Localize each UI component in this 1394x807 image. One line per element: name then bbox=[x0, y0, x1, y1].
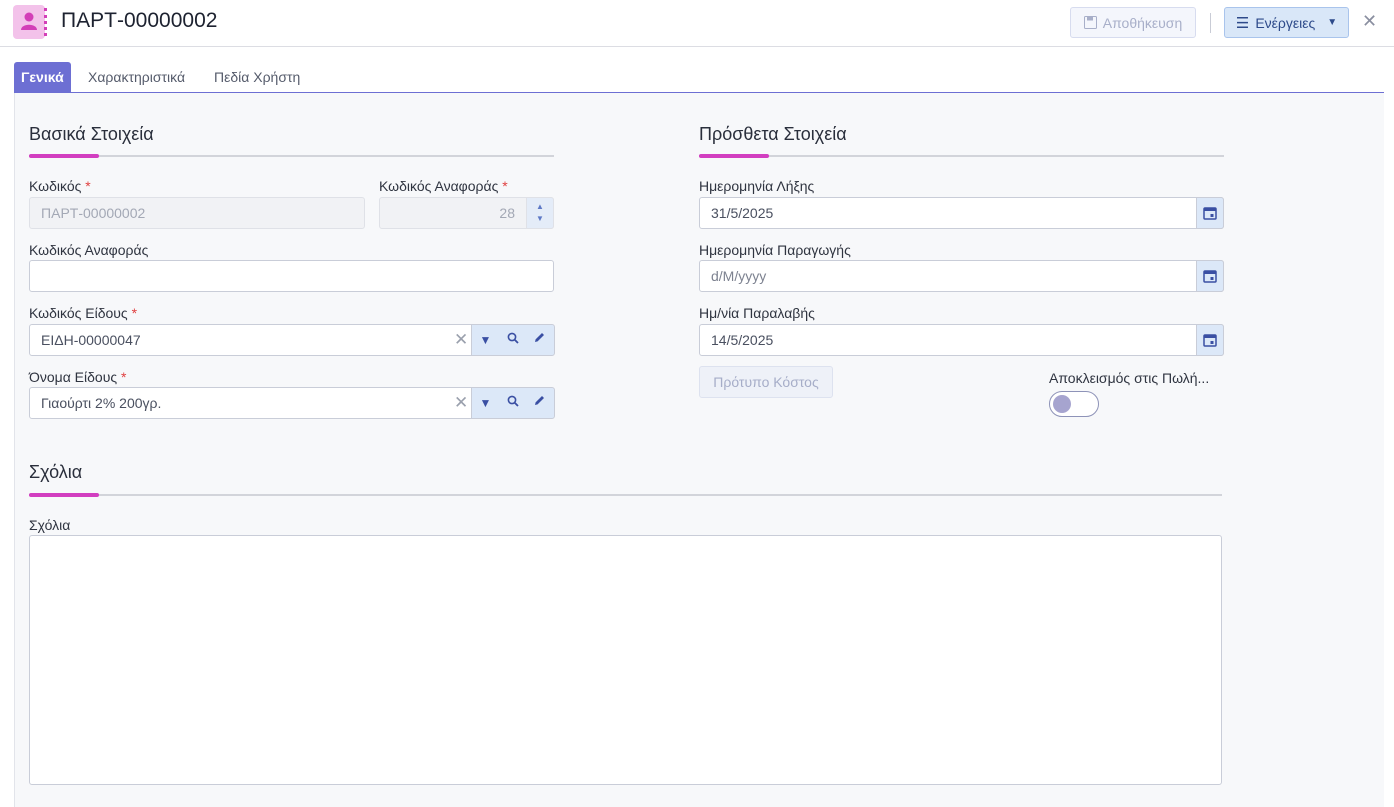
clear-icon[interactable]: ✕ bbox=[454, 325, 468, 355]
basic-section-accent bbox=[29, 154, 99, 158]
calendar-icon[interactable] bbox=[1196, 197, 1224, 229]
pencil-icon[interactable] bbox=[526, 388, 553, 418]
save-button[interactable]: Αποθήκευση bbox=[1070, 7, 1196, 38]
receipt-value: 14/5/2025 bbox=[711, 332, 774, 348]
code-field[interactable]: ΠΑΡΤ-00000002 bbox=[29, 197, 365, 229]
calendar-icon[interactable] bbox=[1196, 260, 1224, 292]
toggle-knob bbox=[1053, 395, 1071, 413]
comments-section-accent bbox=[29, 493, 99, 497]
extra-section-accent bbox=[699, 154, 769, 158]
search-icon[interactable] bbox=[499, 325, 526, 355]
chevron-down-icon[interactable]: ▼ bbox=[472, 388, 499, 418]
chevron-down-icon: ▼ bbox=[1327, 17, 1338, 28]
comments-section-title: Σχόλια bbox=[29, 462, 83, 482]
expiry-value: 31/5/2025 bbox=[711, 205, 774, 221]
spinner-arrows-icon[interactable]: ▲ ▼ bbox=[526, 197, 554, 229]
item-name-value: Γιαούρτι 2% 200γρ. bbox=[41, 395, 162, 411]
ref-number-field[interactable]: 28 ▲ ▼ bbox=[379, 197, 554, 229]
calendar-icon[interactable] bbox=[1196, 324, 1224, 356]
item-name-field[interactable]: Γιαούρτι 2% 200γρ. ✕ ▼ bbox=[29, 387, 555, 419]
actions-label: Ενέργειες bbox=[1255, 14, 1316, 31]
close-icon[interactable]: ✕ bbox=[1362, 11, 1377, 32]
save-label: Αποθήκευση bbox=[1102, 14, 1183, 31]
item-name-tools: ▼ bbox=[471, 387, 555, 419]
extra-section-title: Πρόσθετα Στοιχεία bbox=[699, 124, 847, 144]
receipt-label: Ημ/νία Παραλαβής bbox=[699, 305, 815, 321]
production-placeholder: d/M/yyyy bbox=[711, 268, 767, 284]
header-divider bbox=[1210, 13, 1211, 33]
item-name-label: Όνομα Είδους * bbox=[29, 369, 127, 385]
tab-general[interactable]: Γενικά bbox=[14, 62, 71, 92]
production-label: Ημερομηνία Παραγωγής bbox=[699, 242, 851, 258]
chevron-down-icon[interactable]: ▼ bbox=[472, 325, 499, 355]
comments-label: Σχόλια bbox=[29, 517, 71, 533]
ref-number-value: 28 bbox=[499, 205, 515, 221]
item-code-label: Κωδικός Είδους * bbox=[29, 305, 138, 321]
exclude-sales-toggle[interactable] bbox=[1049, 391, 1099, 417]
expiry-date-field[interactable]: 31/5/2025 bbox=[699, 197, 1224, 229]
ref-code-input[interactable] bbox=[29, 260, 554, 292]
basic-section-title: Βασικά Στοιχεία bbox=[29, 124, 154, 144]
basic-section-rule bbox=[29, 155, 554, 157]
page-title: ΠΑΡΤ-00000002 bbox=[61, 9, 218, 32]
save-icon bbox=[1083, 16, 1097, 29]
record-person-icon bbox=[13, 5, 47, 39]
search-icon[interactable] bbox=[499, 388, 526, 418]
tab-user-fields[interactable]: Πεδία Χρήστη bbox=[214, 62, 300, 92]
item-code-field[interactable]: ΕΙΔΗ-00000047 ✕ ▼ bbox=[29, 324, 555, 356]
expiry-label: Ημερομηνία Λήξης bbox=[699, 178, 815, 194]
tab-characteristics[interactable]: Χαρακτηριστικά bbox=[88, 62, 185, 92]
ref-code-label: Κωδικός Αναφοράς bbox=[29, 242, 149, 258]
item-code-value: ΕΙΔΗ-00000047 bbox=[41, 332, 141, 348]
production-date-field[interactable]: d/M/yyyy bbox=[699, 260, 1224, 292]
exclude-sales-label: Αποκλεισμός στις Πωλή... bbox=[1049, 370, 1210, 386]
actions-button[interactable]: ☰ Ενέργειες ▼ bbox=[1224, 7, 1349, 38]
menu-icon: ☰ bbox=[1235, 14, 1250, 32]
ref-number-label: Κωδικός Αναφοράς * bbox=[379, 178, 508, 194]
comments-textarea[interactable] bbox=[29, 535, 1222, 785]
pencil-icon[interactable] bbox=[526, 325, 553, 355]
item-code-tools: ▼ bbox=[471, 324, 555, 356]
code-label: Κωδικός * bbox=[29, 178, 91, 194]
clear-icon[interactable]: ✕ bbox=[454, 388, 468, 418]
standard-cost-button[interactable]: Πρότυπο Κόστος bbox=[699, 366, 833, 398]
receipt-date-field[interactable]: 14/5/2025 bbox=[699, 324, 1224, 356]
comments-section-rule bbox=[29, 494, 1222, 496]
header-bar: ΠΑΡΤ-00000002 Αποθήκευση ☰ Ενέργειες ▼ ✕ bbox=[0, 0, 1394, 47]
extra-section-rule bbox=[699, 155, 1224, 157]
